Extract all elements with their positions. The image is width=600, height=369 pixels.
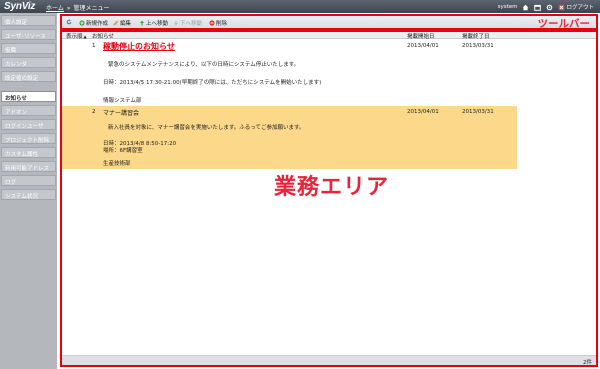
notice-body-line: 場所：6F講習室 bbox=[103, 148, 143, 154]
main-panel: 新規作成 編集 上へ移動 下へ移動 削除 ツールバー 表示順▲ お知らせ 掲載開… bbox=[57, 13, 600, 369]
breadcrumb-current: 管理メニュー bbox=[73, 5, 110, 12]
toolbar-annotation: ツールバー bbox=[537, 18, 591, 30]
sidebar-item-login-users[interactable]: ログインユーザ bbox=[1, 119, 56, 130]
row-order: 2 bbox=[92, 109, 96, 115]
end-date: 2013/03/31 bbox=[462, 43, 494, 49]
edit-label: 編集 bbox=[120, 21, 132, 27]
logout-label: ログアウト bbox=[566, 5, 594, 11]
arrow-down-icon bbox=[173, 20, 179, 26]
column-order[interactable]: 表示順▲ bbox=[66, 32, 87, 40]
edit-button[interactable]: 編集 bbox=[113, 19, 131, 27]
new-button[interactable]: 新規作成 bbox=[79, 19, 108, 27]
end-date: 2013/03/31 bbox=[462, 109, 494, 115]
sidebar-item-positions[interactable]: 役職 bbox=[1, 43, 56, 54]
work-area: 表示順▲ お知らせ 掲載開始日 掲載終了日 1 稼動停止のお知らせ 2013/0… bbox=[60, 30, 598, 367]
logout-icon bbox=[558, 4, 565, 11]
item-count: 2件 bbox=[583, 360, 592, 366]
notice-title-link[interactable]: 稼動停止のお知らせ bbox=[103, 41, 175, 52]
table-row[interactable]: 1 稼動停止のお知らせ 2013/04/01 2013/03/31 緊急のシステ… bbox=[62, 40, 517, 106]
sidebar-item-allowed-addresses[interactable]: 利用可能アドレス bbox=[1, 161, 56, 172]
home-icon[interactable] bbox=[522, 4, 529, 11]
work-area-annotation: 業務エリア bbox=[274, 175, 390, 200]
delete-icon bbox=[209, 20, 215, 26]
column-notice[interactable]: お知らせ bbox=[92, 32, 114, 40]
sidebar-item-calendar[interactable]: カレンダ bbox=[1, 57, 56, 68]
breadcrumb-separator: » bbox=[66, 5, 71, 12]
add-icon bbox=[79, 20, 85, 26]
sidebar-item-system-status[interactable]: システム状況 bbox=[1, 189, 56, 200]
sidebar-item-addons[interactable]: アドオン bbox=[1, 105, 56, 116]
notice-body-line: 情報システム部 bbox=[103, 98, 142, 104]
table-header: 表示順▲ お知らせ 掲載開始日 掲載終了日 bbox=[62, 32, 596, 40]
logout-button[interactable]: ログアウト bbox=[558, 3, 594, 11]
sidebar-item-personal-settings[interactable]: 個人設定 bbox=[1, 15, 56, 26]
move-up-label: 上へ移動 bbox=[146, 21, 169, 27]
delete-label: 削除 bbox=[216, 21, 228, 27]
refresh-button[interactable] bbox=[66, 19, 72, 25]
app-logo: SynViz bbox=[4, 1, 36, 12]
new-label: 新規作成 bbox=[86, 21, 109, 27]
notice-body-line: 緊急のシステムメンテナンスにより、以下の日時にシステム停止いたします。 bbox=[108, 62, 300, 68]
move-down-label: 下へ移動 bbox=[180, 21, 203, 27]
header-tools: system ログアウト bbox=[498, 3, 594, 11]
sort-ascending-icon: ▲ bbox=[83, 34, 87, 39]
move-down-button[interactable]: 下へ移動 bbox=[173, 19, 202, 27]
arrow-up-icon bbox=[139, 20, 145, 26]
table-row[interactable]: 2 マナー講習会 2013/04/01 2013/03/31 新入社員を対象に、… bbox=[62, 106, 517, 169]
breadcrumb-home-link[interactable]: ホーム bbox=[46, 5, 64, 12]
column-start-date[interactable]: 掲載開始日 bbox=[407, 32, 435, 40]
sidebar-item-notices[interactable]: お知らせ bbox=[1, 91, 56, 102]
start-date: 2013/04/01 bbox=[407, 43, 439, 49]
sidebar-item-custom-attributes[interactable]: カスタム属性 bbox=[1, 147, 56, 158]
pencil-icon bbox=[113, 20, 119, 26]
sidebar-item-logs[interactable]: ログ bbox=[1, 175, 56, 186]
toolbar: 新規作成 編集 上へ移動 下へ移動 削除 ツールバー bbox=[60, 14, 598, 30]
breadcrumb: ホーム» 管理メニュー bbox=[46, 3, 110, 12]
sidebar: 個人設定 ユーザ･リソース 役職 カレンダ 既定値の設定 お知らせ アドオン ロ… bbox=[0, 13, 57, 369]
user-name: system bbox=[497, 4, 518, 10]
sidebar-item-defaults[interactable]: 既定値の設定 bbox=[1, 71, 56, 82]
window-icon[interactable] bbox=[534, 4, 542, 11]
notice-title-link[interactable]: マナー講習会 bbox=[103, 108, 139, 117]
row-order: 1 bbox=[92, 43, 96, 49]
notice-body-line: 生産技術部 bbox=[103, 161, 131, 167]
notice-body-line: 新入社員を対象に、マナー講習会を実施いたします。ふるってご参加願います。 bbox=[108, 125, 305, 131]
start-date: 2013/04/01 bbox=[407, 109, 439, 115]
sidebar-item-project-delete[interactable]: プロジェクト削除 bbox=[1, 133, 56, 144]
notice-body-line: 日時：2013/4/5 17:30-21:00(早期終了の際には、ただちにシステ… bbox=[103, 80, 322, 86]
move-up-button[interactable]: 上へ移動 bbox=[139, 19, 168, 27]
refresh-icon bbox=[66, 19, 72, 25]
settings-icon[interactable] bbox=[546, 4, 553, 11]
status-bar: 2件 bbox=[62, 355, 596, 366]
column-end-date[interactable]: 掲載終了日 bbox=[462, 32, 490, 40]
sidebar-item-users-resources[interactable]: ユーザ･リソース bbox=[1, 29, 56, 40]
delete-button[interactable]: 削除 bbox=[209, 19, 227, 27]
top-header: SynViz ホーム» 管理メニュー system ログアウト bbox=[0, 0, 600, 13]
